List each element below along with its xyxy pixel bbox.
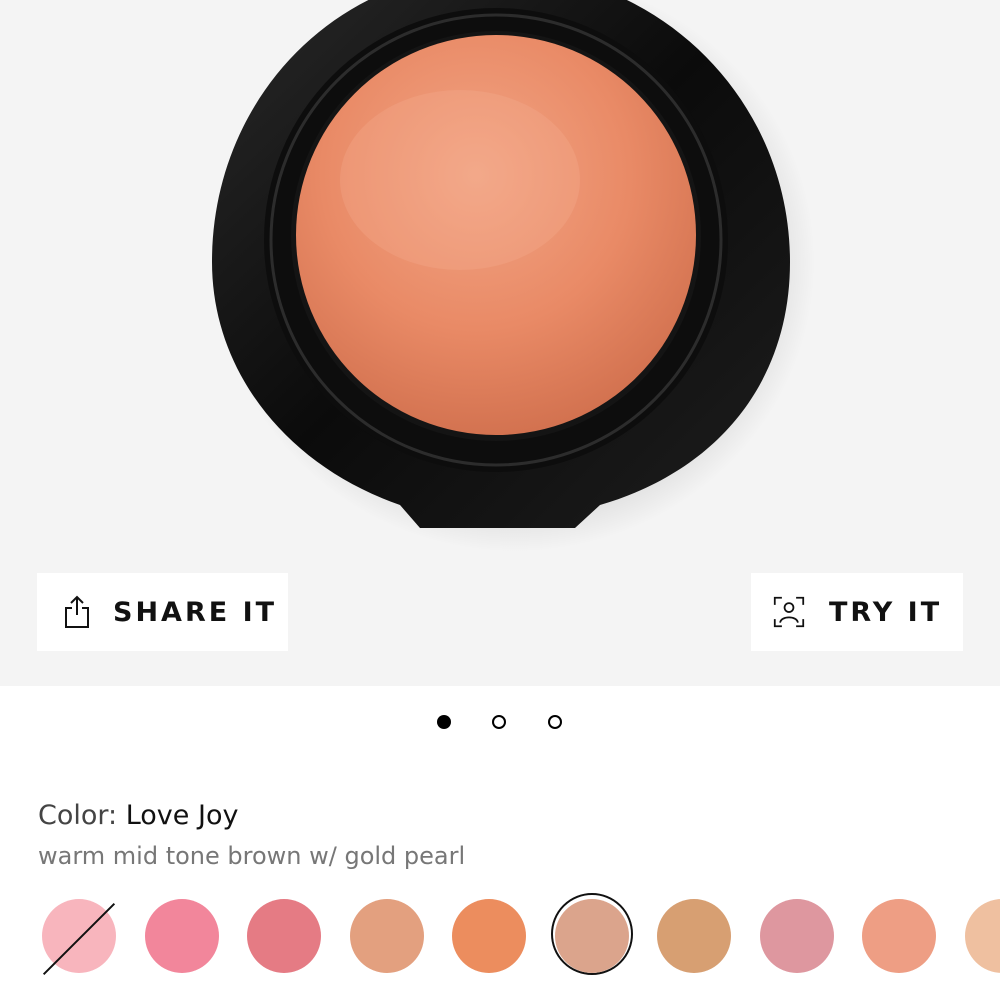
carousel-dots — [0, 712, 1000, 736]
product-image-area: SHARE IT TRY IT — [0, 0, 1000, 686]
face-scan-icon — [773, 594, 805, 630]
shade-swatch[interactable] — [555, 899, 629, 973]
shade-swatch[interactable] — [657, 899, 731, 973]
color-description: warm mid tone brown w/ gold pearl — [38, 842, 466, 870]
try-it-button[interactable]: TRY IT — [751, 573, 963, 651]
selected-color: Color: Love Joy — [38, 800, 238, 831]
carousel-dot-3[interactable] — [548, 715, 562, 729]
blush-compact-image — [212, 0, 815, 552]
try-it-button-label: TRY IT — [829, 596, 943, 628]
share-button-label: SHARE IT — [113, 596, 278, 628]
unavailable-slash — [42, 902, 116, 976]
shade-swatch[interactable] — [247, 899, 321, 973]
shade-swatch[interactable] — [862, 899, 936, 973]
shade-swatch[interactable] — [145, 899, 219, 973]
carousel-dot-1[interactable] — [437, 715, 451, 729]
shade-swatch[interactable] — [42, 899, 116, 976]
carousel-dot-2[interactable] — [492, 715, 506, 729]
shade-swatch[interactable] — [760, 899, 834, 973]
shade-swatch[interactable] — [452, 899, 526, 973]
shade-swatch[interactable] — [350, 899, 424, 973]
share-button[interactable]: SHARE IT — [37, 573, 288, 651]
share-icon — [61, 594, 93, 630]
shade-swatches — [0, 893, 1000, 976]
color-value: Love Joy — [125, 800, 239, 831]
color-label: Color: — [38, 800, 118, 831]
shade-swatch[interactable] — [965, 899, 1000, 973]
